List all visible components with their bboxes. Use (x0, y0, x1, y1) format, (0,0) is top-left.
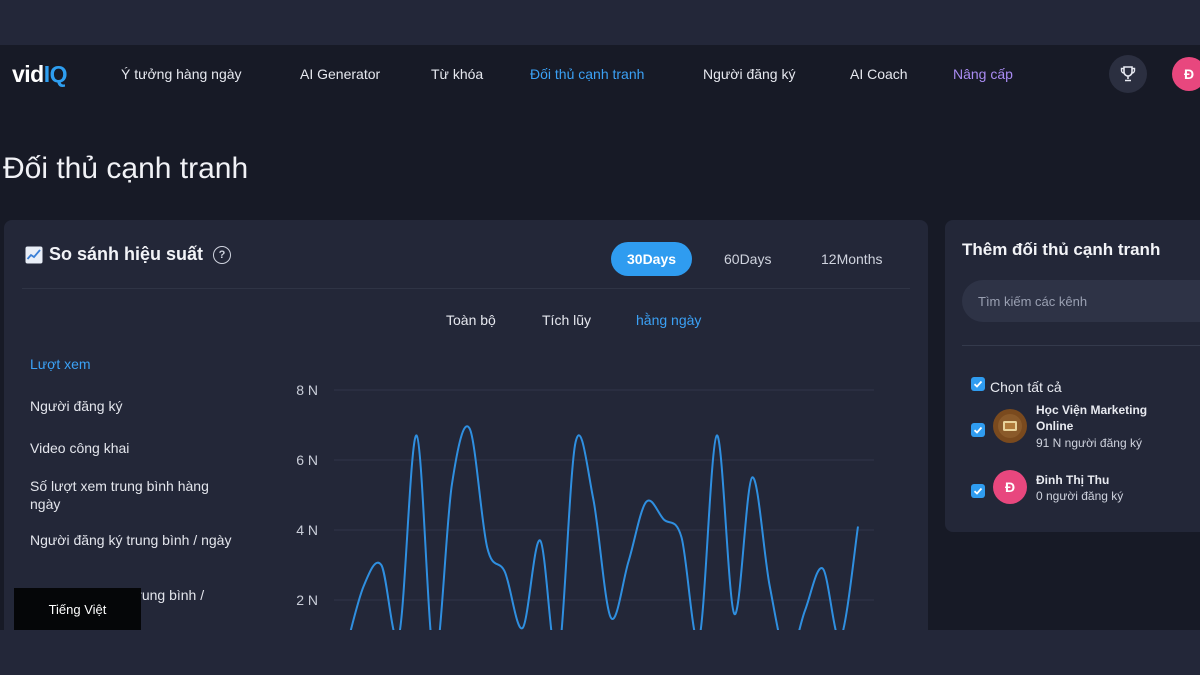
page-title: Đối thủ cạnh tranh (3, 152, 249, 186)
card-title-text: So sánh hiệu suất (49, 244, 204, 264)
performance-comparison-card: So sánh hiệu suất ? 30Days 60Days 12Mont… (4, 220, 928, 630)
metric-avg-subscribers-per-day[interactable]: Người đăng ký trung bình / ngày (30, 531, 235, 549)
y-tick-label: 2 N (296, 592, 318, 608)
channel-checkbox-hoc-vien[interactable] (971, 423, 985, 437)
channel-subs-hoc-vien: 91 N người đăng ký (1036, 436, 1142, 450)
channel-name-dinh-thi-thu: Đinh Thị Thu (1036, 473, 1110, 487)
period-30days[interactable]: 30Days (611, 242, 693, 276)
views-series-line (349, 425, 859, 630)
card-title: So sánh hiệu suất ? (25, 244, 232, 265)
top-navigation: vidIQ Ý tưởng hàng ngày AI Generator Từ … (0, 45, 1200, 105)
trophy-icon (1120, 66, 1136, 82)
nav-item-daily-ideas[interactable]: Ý tưởng hàng ngày (121, 66, 242, 82)
nav-item-upgrade[interactable]: Nâng cấp (953, 66, 1013, 82)
metric-avg-daily-views[interactable]: Số lượt xem trung bình hàng ngày (30, 477, 215, 513)
help-icon[interactable]: ? (213, 245, 232, 264)
subtab-cumulative[interactable]: Tích lũy (542, 312, 591, 328)
period-60days[interactable]: 60Days (708, 242, 787, 276)
card-divider (22, 288, 910, 289)
trophy-button[interactable] (1109, 55, 1147, 93)
channel-subs-dinh-thi-thu: 0 người đăng ký (1036, 489, 1124, 503)
nav-item-subscribers[interactable]: Người đăng ký (703, 66, 795, 82)
subtab-all[interactable]: Toàn bộ (446, 312, 496, 328)
language-button[interactable]: Tiếng Việt (14, 588, 141, 630)
nav-item-ai-generator[interactable]: AI Generator (300, 66, 380, 82)
y-tick-label: 8 N (296, 382, 318, 398)
chart-emoji-icon (25, 246, 43, 263)
views-line-chart: 8 N 6 N 4 N 2 N (296, 382, 874, 630)
checkmark-icon (973, 380, 983, 388)
select-all-label: Chọn tất cả (990, 379, 1062, 395)
channel-name-hoc-vien: Học Viện Marketing Online (1036, 403, 1148, 433)
nav-item-ai-coach[interactable]: AI Coach (850, 66, 908, 82)
vidiq-logo[interactable]: vidIQ (12, 61, 68, 88)
bottom-background-band (0, 630, 1200, 675)
channel-logo-icon (998, 414, 1022, 438)
nav-item-competitors[interactable]: Đối thủ cạnh tranh (530, 66, 644, 82)
select-all-checkbox[interactable] (971, 377, 985, 391)
checkmark-icon (973, 426, 983, 434)
user-avatar[interactable]: Đ (1172, 57, 1200, 91)
y-tick-label: 4 N (296, 522, 318, 538)
channel-search-input[interactable] (962, 280, 1200, 322)
channel-checkbox-dinh-thi-thu[interactable] (971, 484, 985, 498)
metric-subscribers[interactable]: Người đăng ký (30, 397, 240, 415)
subtab-daily[interactable]: hằng ngày (636, 312, 701, 328)
top-background-band (0, 0, 1200, 45)
checkmark-icon (973, 487, 983, 495)
metric-views[interactable]: Lượt xem (30, 355, 240, 373)
channel-avatar-dinh-thi-thu: Đ (993, 470, 1027, 504)
add-competitors-title: Thêm đối thủ cạnh tranh (962, 240, 1161, 259)
y-tick-label: 6 N (296, 452, 318, 468)
channel-avatar-hoc-vien (993, 409, 1027, 443)
metric-public-videos[interactable]: Video công khai (30, 439, 240, 457)
period-12months[interactable]: 12Months (805, 242, 898, 276)
side-divider (962, 345, 1200, 346)
nav-item-keywords[interactable]: Từ khóa (431, 66, 483, 82)
app-window: vidIQ Ý tưởng hàng ngày AI Generator Từ … (0, 45, 1200, 630)
